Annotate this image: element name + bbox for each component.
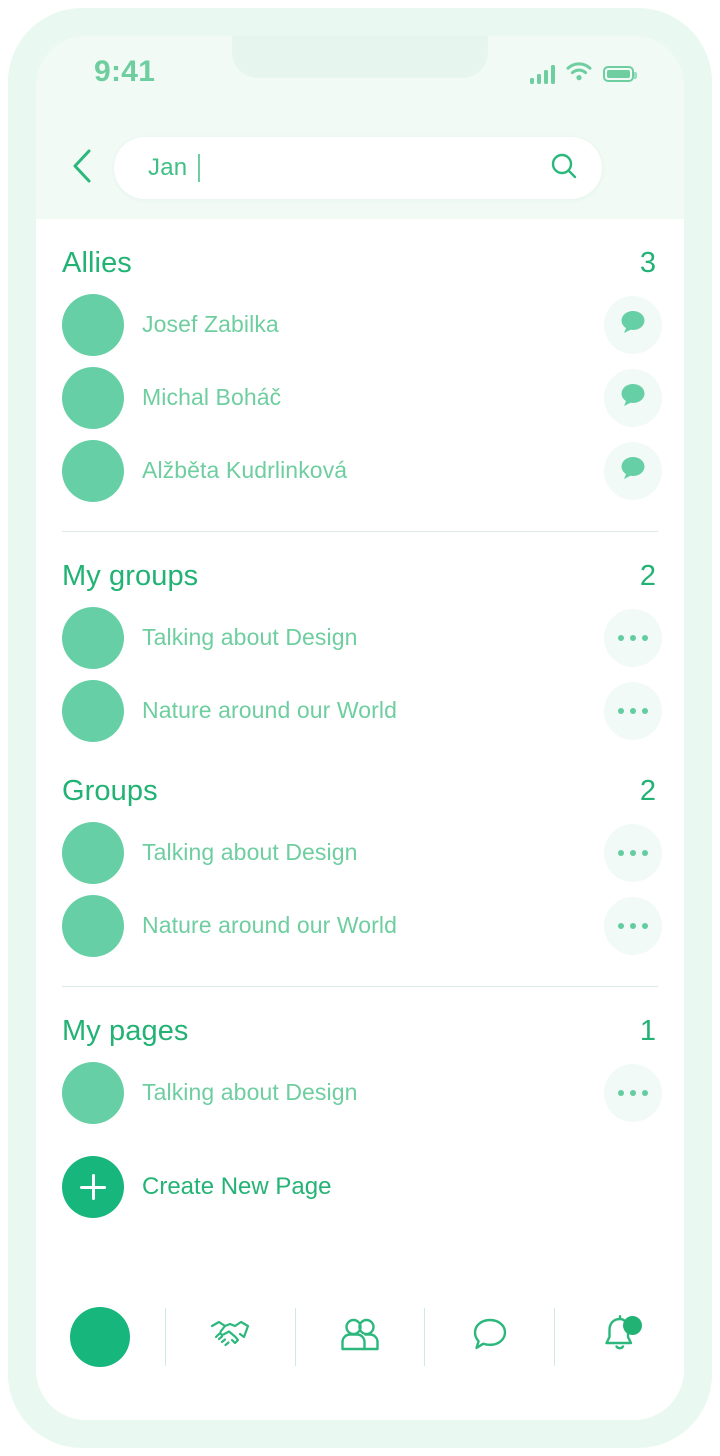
plus-icon (62, 1156, 124, 1218)
list-item[interactable]: Michal Boháč (36, 361, 684, 434)
avatar (62, 1061, 124, 1124)
avatar (62, 366, 124, 429)
status-bar: 9:41 (36, 36, 684, 106)
search-button[interactable] (544, 148, 584, 188)
section-title: Allies (62, 247, 132, 279)
create-new-page-button[interactable]: Create New Page (36, 1147, 684, 1227)
more-options-button[interactable] (604, 896, 662, 955)
list-item[interactable]: Alžběta Kudrlinková (36, 434, 684, 507)
nav-item-notifications[interactable] (555, 1294, 684, 1380)
nav-item-messages[interactable] (425, 1294, 554, 1380)
more-options-icon (618, 634, 648, 641)
section-count: 3 (639, 247, 656, 279)
search-row: Jan (36, 132, 684, 204)
phone-screen: 9:41 Jan Allies 3 Josef Zabilka Michal B… (36, 36, 684, 1420)
search-icon (549, 151, 579, 186)
chat-bubble-icon (618, 308, 648, 341)
chevron-left-icon (71, 148, 93, 189)
search-results: Allies 3 Josef Zabilka Michal Boháč Alžb… (36, 219, 684, 1319)
handshake-icon (208, 1315, 252, 1360)
more-options-button[interactable] (604, 681, 662, 740)
section-title: My groups (62, 560, 199, 592)
message-button[interactable] (604, 441, 662, 500)
more-options-icon (618, 922, 648, 929)
list-item[interactable]: Talking about Design (36, 601, 684, 674)
message-button[interactable] (604, 295, 662, 354)
list-item-label: Talking about Design (142, 1079, 358, 1105)
list-item-label: Talking about Design (142, 839, 358, 865)
nav-item-groups[interactable] (296, 1294, 425, 1380)
avatar-icon (70, 1307, 131, 1367)
message-button[interactable] (604, 368, 662, 427)
text-caret (198, 154, 201, 182)
more-options-button[interactable] (604, 608, 662, 667)
avatar (62, 894, 124, 957)
list-item-label: Nature around our World (142, 912, 398, 938)
chat-bubble-icon (618, 454, 648, 487)
notification-badge (622, 1316, 642, 1335)
more-options-button[interactable] (604, 1063, 662, 1122)
people-icon (339, 1316, 381, 1359)
chat-bubble-outline-icon (470, 1316, 510, 1359)
section-count: 2 (639, 560, 656, 592)
section-title: My pages (62, 1015, 189, 1047)
section-count: 2 (639, 775, 656, 807)
section-header-groups: Groups 2 (36, 775, 684, 808)
more-options-icon (618, 849, 648, 856)
wifi-icon (566, 62, 592, 86)
signal-bars-icon (530, 64, 555, 84)
list-item[interactable]: Josef Zabilka (36, 288, 684, 361)
section-count: 1 (639, 1015, 656, 1047)
list-item[interactable]: Talking about Design (36, 1056, 684, 1129)
status-icons (530, 62, 637, 86)
list-item-label: Alžběta Kudrlinková (142, 457, 348, 483)
avatar (62, 293, 124, 356)
phone-frame: 9:41 Jan Allies 3 Josef Zabilka Michal B… (8, 8, 712, 1448)
more-options-icon (618, 707, 648, 714)
list-item-label: Josef Zabilka (142, 311, 279, 337)
list-item[interactable]: Nature around our World (36, 674, 684, 747)
avatar (62, 439, 124, 502)
section-divider (62, 531, 658, 532)
top-area: 9:41 Jan (36, 36, 684, 219)
section-header-my-pages: My pages 1 (36, 1015, 684, 1048)
nav-item-allies[interactable] (166, 1294, 295, 1380)
section-title: Groups (62, 775, 158, 807)
search-input[interactable]: Jan (114, 137, 602, 199)
section-divider (62, 986, 658, 987)
create-new-page-label: Create New Page (142, 1173, 332, 1200)
avatar (62, 606, 124, 669)
back-button[interactable] (50, 136, 114, 200)
avatar (62, 821, 124, 884)
list-item[interactable]: Talking about Design (36, 816, 684, 889)
nav-item-profile[interactable] (36, 1294, 165, 1380)
list-item[interactable]: Nature around our World (36, 889, 684, 962)
section-header-my-groups: My groups 2 (36, 560, 684, 593)
avatar (62, 679, 124, 742)
list-item-label: Michal Boháč (142, 384, 282, 410)
more-options-icon (618, 1089, 648, 1096)
chat-bubble-icon (618, 381, 648, 414)
bottom-navigation (36, 1294, 684, 1380)
list-item-label: Nature around our World (142, 697, 398, 723)
battery-full-icon (603, 66, 637, 82)
status-time: 9:41 (94, 55, 156, 88)
more-options-button[interactable] (604, 823, 662, 882)
section-header-allies: Allies 3 (36, 247, 684, 280)
search-input-value: Jan (148, 154, 188, 181)
list-item-label: Talking about Design (142, 624, 358, 650)
